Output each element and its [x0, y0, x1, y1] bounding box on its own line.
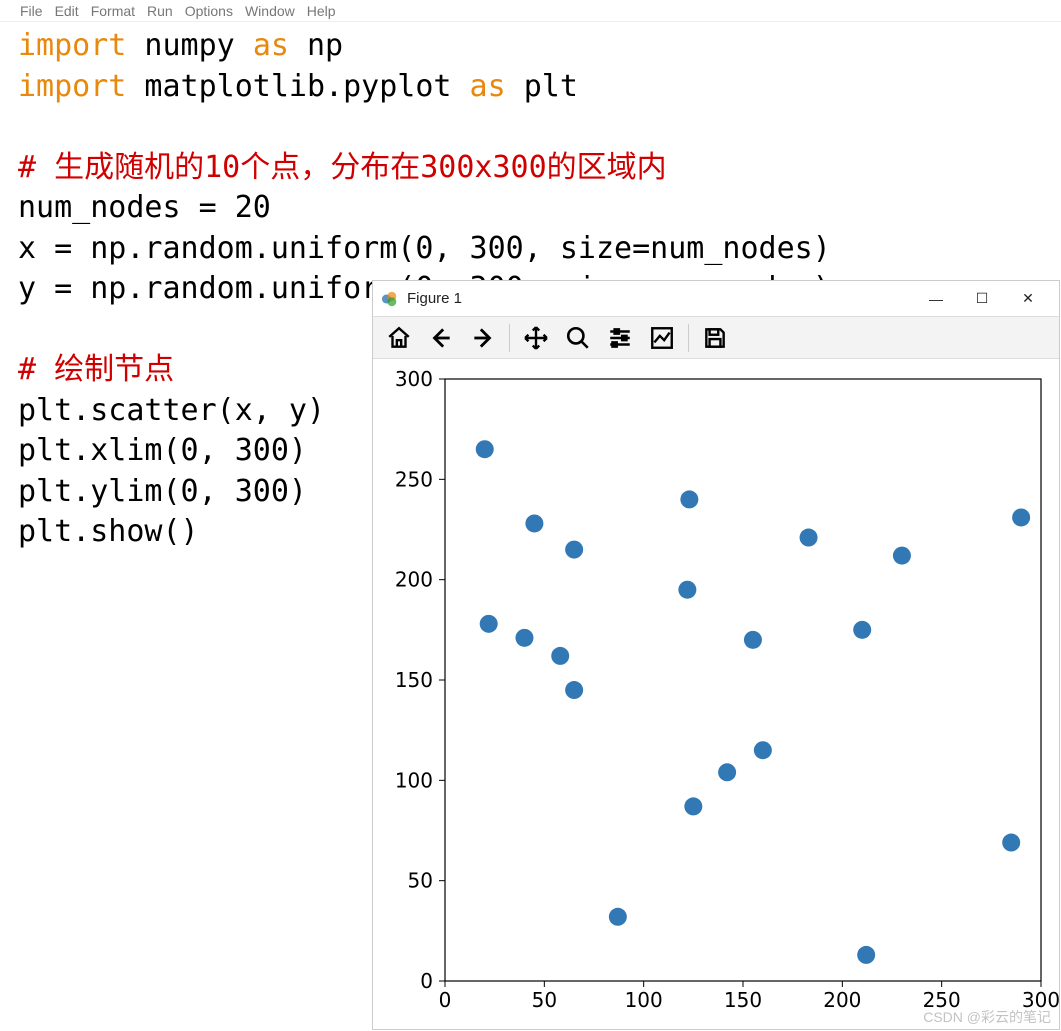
- code-kw: import: [18, 28, 126, 63]
- menu-format[interactable]: Format: [91, 3, 135, 19]
- code-text: numpy: [126, 28, 252, 63]
- search-icon[interactable]: [558, 320, 598, 356]
- plot-toolbar: [373, 316, 1059, 359]
- save-icon[interactable]: [695, 320, 735, 356]
- menubar: File Edit Format Run Options Window Help: [0, 0, 1061, 22]
- svg-text:0: 0: [420, 969, 433, 993]
- menu-window[interactable]: Window: [245, 3, 295, 19]
- code-text: plt.show(): [18, 514, 199, 549]
- scatter-chart: 050100150200250300050100150200250300: [373, 359, 1061, 1029]
- code-kw: as: [470, 69, 506, 104]
- svg-text:150: 150: [724, 988, 762, 1012]
- app-icon: [381, 290, 399, 308]
- svg-text:200: 200: [395, 568, 433, 592]
- window-titlebar[interactable]: Figure 1 — ☐ ✕: [373, 281, 1059, 316]
- menu-help[interactable]: Help: [307, 3, 336, 19]
- svg-text:250: 250: [395, 467, 433, 491]
- svg-text:100: 100: [625, 988, 663, 1012]
- toolbar-separator: [688, 324, 689, 352]
- code-text: plt: [506, 69, 578, 104]
- figure-window[interactable]: Figure 1 — ☐ ✕: [372, 280, 1060, 1030]
- arrow-left-icon[interactable]: [421, 320, 461, 356]
- home-icon[interactable]: [379, 320, 419, 356]
- menu-edit[interactable]: Edit: [55, 3, 79, 19]
- code-kw: as: [253, 28, 289, 63]
- svg-text:200: 200: [823, 988, 861, 1012]
- chart-line-icon[interactable]: [642, 320, 682, 356]
- menu-file[interactable]: File: [20, 3, 43, 19]
- svg-text:300: 300: [395, 367, 433, 391]
- arrow-right-icon[interactable]: [463, 320, 503, 356]
- window-title: Figure 1: [407, 290, 462, 307]
- menu-options[interactable]: Options: [185, 3, 233, 19]
- code-text: x = np.random.uniform(0, 300, size=num_n…: [18, 231, 831, 266]
- code-text: plt.scatter(x, y): [18, 393, 325, 428]
- code-text: np: [289, 28, 343, 63]
- svg-text:50: 50: [408, 869, 433, 893]
- close-button[interactable]: ✕: [1005, 284, 1051, 314]
- move-icon[interactable]: [516, 320, 556, 356]
- sliders-icon[interactable]: [600, 320, 640, 356]
- code-comment: # 绘制节点: [18, 352, 174, 387]
- plot-area[interactable]: 050100150200250300050100150200250300: [373, 359, 1059, 1029]
- code-text: plt.xlim(0, 300): [18, 433, 307, 468]
- maximize-button[interactable]: ☐: [959, 284, 1005, 314]
- code-text: plt.ylim(0, 300): [18, 474, 307, 509]
- menu-run[interactable]: Run: [147, 3, 173, 19]
- svg-text:100: 100: [395, 768, 433, 792]
- code-kw: import: [18, 69, 126, 104]
- svg-text:0: 0: [439, 988, 452, 1012]
- toolbar-separator: [509, 324, 510, 352]
- code-text: num_nodes = 20: [18, 190, 271, 225]
- minimize-button[interactable]: —: [913, 284, 959, 314]
- code-text: matplotlib.pyplot: [126, 69, 469, 104]
- watermark: CSDN @彩云的笔记: [923, 1007, 1051, 1027]
- svg-text:50: 50: [532, 988, 557, 1012]
- code-comment: # 生成随机的10个点，分布在300x300的区域内: [18, 150, 667, 185]
- svg-text:150: 150: [395, 668, 433, 692]
